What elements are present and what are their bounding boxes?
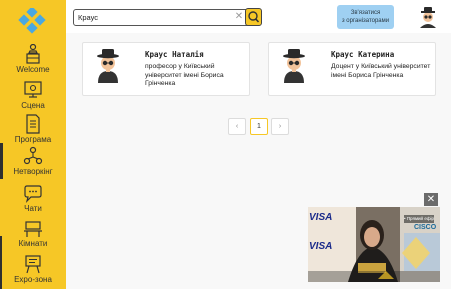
person-description: Доцент у Київський університет імені Бор… [331,63,431,79]
live-badge: • Прямий ефір [404,216,435,221]
sidebar-item-stage[interactable]: Сцена [0,80,66,110]
clear-icon[interactable]: ✕ [234,9,244,24]
sidebar-item-label: Нетворкінг [13,167,53,176]
search-button[interactable] [245,8,262,26]
search-box [73,9,261,26]
networking-icon [23,146,43,165]
expo-board-icon [25,255,41,274]
stage-screen-icon [24,81,42,98]
sidebar-item-rooms[interactable]: Кімнати [0,219,66,248]
sidebar-item-label: Сцена [21,101,45,110]
video-player[interactable]: VISA VISA CISCO • Прямий ефір [308,207,440,282]
person-name: Краус Катерина [331,50,395,59]
contact-organizers-button[interactable]: Зв'язатися з організаторами [337,5,394,29]
avatar [97,49,119,83]
sidebar-item-program[interactable]: Програма [0,114,66,144]
person-description: професор у Київський університет імені Б… [145,63,224,88]
user-avatar[interactable] [415,4,441,30]
contact-button-line: з організаторами [341,18,390,24]
page-1-button[interactable]: 1 [250,118,268,135]
sidebar-item-networking[interactable]: Нетворкінг [0,146,66,176]
search-input[interactable] [78,10,234,25]
sidebar-item-chats[interactable]: Чати [0,185,66,213]
close-video-button[interactable]: ✕ [424,193,438,206]
partner-logo: CISCO [414,224,437,231]
sidebar-item-expo[interactable]: Expo-зона [0,254,66,284]
sidebar-item-label: Expo-зона [14,275,52,284]
result-card[interactable]: Краус Наталія професор у Київський уніве… [82,42,250,96]
sidebar-item-label: Welcome [16,65,50,74]
room-table-icon [24,221,42,237]
next-page-button[interactable]: › [271,118,289,135]
sidebar-item-label: Програма [14,135,52,144]
person-name: Краус Наталія [145,50,204,59]
result-card[interactable]: Краус Катерина Доцент у Київський універ… [268,42,436,96]
avatar [283,49,305,83]
chat-icon [24,185,42,203]
sidebar-item-welcome[interactable]: Welcome [0,44,66,74]
sidebar-item-label: Чати [24,204,42,213]
contact-button-line: Зв'язатися [350,10,381,16]
sponsor-logo: VISA [309,241,333,252]
podium-icon [26,44,40,64]
search-icon [248,11,260,23]
sidebar-item-label: Кімнати [18,239,48,248]
sidebar: Welcome Сцена Програма Нетворкінг Чати К… [0,0,66,289]
prev-page-button[interactable]: ‹ [228,118,246,135]
logo-icon[interactable] [14,8,50,36]
sponsor-logo: VISA [309,212,333,223]
document-icon [26,114,40,134]
